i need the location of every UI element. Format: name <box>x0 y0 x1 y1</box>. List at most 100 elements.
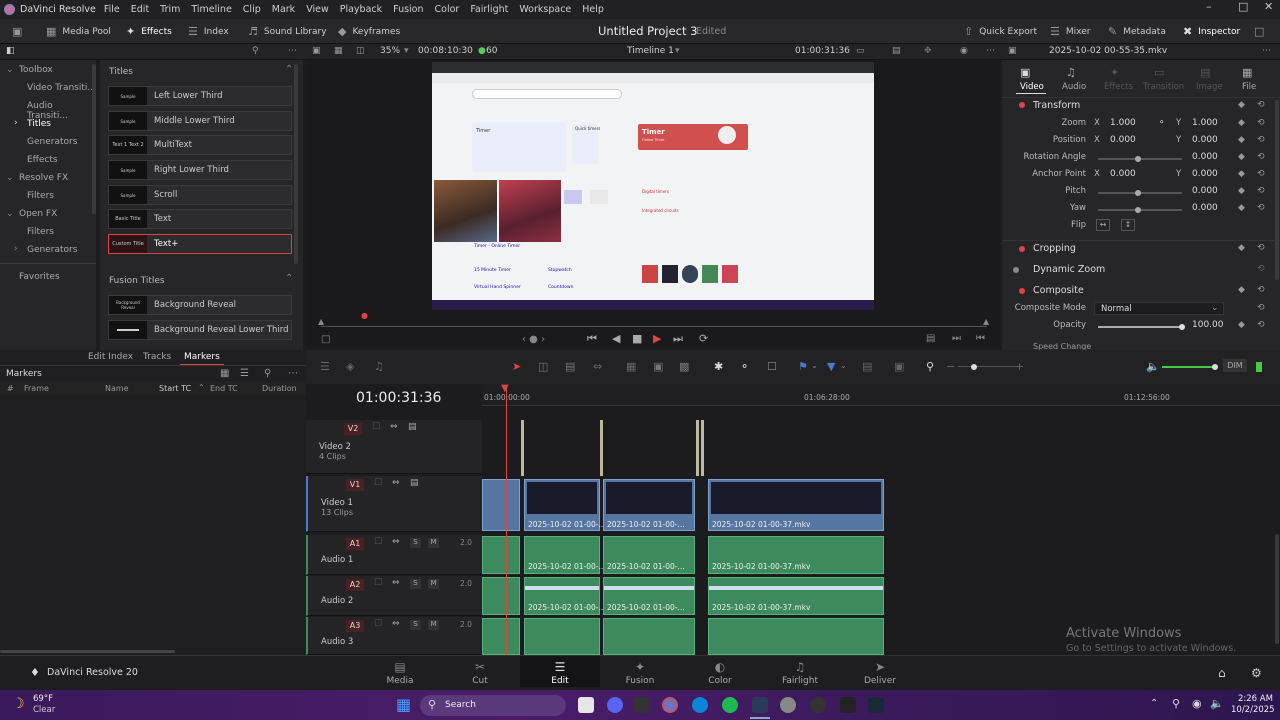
tree-generators[interactable]: Generators <box>27 137 77 147</box>
timeline-ruler[interactable]: 01:00:00:00 01:06:28:00 01:12:56:00 <box>482 384 1280 406</box>
go-to-start-icon[interactable]: ⏮ <box>587 332 597 346</box>
reset-icon[interactable]: ⟲ <box>1257 169 1265 179</box>
task-view-icon[interactable] <box>578 697 594 713</box>
timeline-name[interactable]: Timeline 1 <box>627 46 674 56</box>
dynamic-zoom-enable-dot[interactable] <box>1013 267 1019 273</box>
replace-clip-icon[interactable]: ▩ <box>679 360 689 373</box>
video-clip-v1[interactable] <box>482 479 520 531</box>
tree-effects[interactable]: Effects <box>27 155 58 165</box>
reset-icon[interactable]: ⟲ <box>1257 264 1265 274</box>
link-icon[interactable]: ⚬ <box>1158 118 1166 128</box>
position-x-field[interactable]: 0.000 <box>1110 135 1136 145</box>
chevron-down-icon[interactable]: ⌄ <box>811 361 818 370</box>
reset-icon[interactable]: ⟲ <box>1257 118 1265 128</box>
menu-color[interactable]: Color <box>435 4 460 15</box>
track-header-a2[interactable]: A2 ☐ ⇔ S M 2.0 Audio 2 <box>306 576 482 616</box>
menu-trim[interactable]: Trim <box>160 4 180 15</box>
trim-tool-icon[interactable]: ◫ <box>538 360 548 373</box>
full-extent-zoom-icon[interactable]: ▤ <box>862 360 872 373</box>
mute-button[interactable]: M <box>428 620 439 630</box>
tree-filters[interactable]: Filters <box>27 191 54 201</box>
cropping-enable-dot[interactable] <box>1019 246 1025 252</box>
auto-select-icon[interactable]: ⇔ <box>392 537 400 547</box>
wifi-icon[interactable]: ◉ <box>1192 697 1202 710</box>
scrubber-playhead-icon[interactable]: ● <box>361 311 368 320</box>
auto-select-icon[interactable]: ⇔ <box>392 619 400 629</box>
title-item-text[interactable]: Basic Title Text <box>108 209 292 229</box>
audio-clip-a1[interactable] <box>482 536 520 574</box>
detail-zoom-icon[interactable]: ▣ <box>894 360 904 373</box>
opacity-field[interactable]: 100.00 <box>1192 320 1224 330</box>
reset-icon[interactable]: ⟲ <box>1257 100 1265 110</box>
keyframe-diamond-icon[interactable]: ◆ <box>1238 243 1245 253</box>
edge-icon[interactable] <box>692 697 708 713</box>
audio-clip-a1[interactable]: 2025-10-02 01-00-... <box>524 536 606 574</box>
keyframe-diamond-icon[interactable]: ◆ <box>1238 100 1245 110</box>
stop-icon[interactable]: ■ <box>632 332 642 345</box>
reset-icon[interactable]: ⟲ <box>1257 186 1265 196</box>
weather-icon[interactable]: ☽ <box>12 696 25 712</box>
col-index[interactable]: # <box>7 384 14 393</box>
more-options-icon[interactable]: ⋯ <box>288 46 297 56</box>
menu-help[interactable]: Help <box>582 4 604 15</box>
page-fusion[interactable]: ✦ Fusion <box>610 660 670 686</box>
timeline-view-icon[interactable]: ☰ <box>320 360 330 373</box>
zoom-dropdown-icon[interactable]: ▾ <box>404 46 409 56</box>
inspector-button[interactable]: ✖ Inspector <box>1183 25 1240 38</box>
next-edit-icon[interactable]: ⏭ <box>952 333 961 344</box>
menu-mark[interactable]: Mark <box>272 4 295 15</box>
video-clip-v2[interactable] <box>600 420 603 476</box>
match-frame-icon[interactable]: ▤ <box>926 333 935 344</box>
audio-clip-a3[interactable] <box>708 618 884 655</box>
search-icon[interactable]: ⚲ <box>264 368 271 379</box>
lock-icon[interactable]: ☐ <box>372 422 380 432</box>
col-end-tc[interactable]: End TC <box>210 384 238 393</box>
toolbox-chevron-icon[interactable]: ⌄ <box>6 65 14 75</box>
media-pool-button[interactable]: ▦ Media Pool <box>46 25 111 38</box>
keyframe-diamond-icon[interactable]: ◆ <box>1238 186 1245 196</box>
video-clip-v2[interactable] <box>521 420 524 476</box>
taskbar-date[interactable]: 10/2/2025 <box>1231 705 1275 715</box>
position-lock-icon[interactable]: ☐ <box>767 360 777 373</box>
opacity-slider-knob[interactable] <box>1179 324 1185 330</box>
col-start-tc[interactable]: Start TC <box>159 384 191 393</box>
chrome-icon[interactable] <box>662 697 678 713</box>
collapse-chevron-icon[interactable]: ⌃ <box>285 64 293 75</box>
auto-select-icon[interactable]: ⇔ <box>392 578 400 588</box>
search-icon[interactable]: ⚲ <box>252 46 259 56</box>
more-options-icon[interactable]: ⋯ <box>986 46 995 56</box>
menu-timeline[interactable]: Timeline <box>191 4 231 15</box>
openfx-chevron-icon[interactable]: ⌄ <box>6 209 14 219</box>
reverse-play-icon[interactable]: ◀ <box>612 332 620 345</box>
video-clip-v2[interactable] <box>701 420 704 476</box>
menu-file[interactable]: File <box>104 4 120 15</box>
sort-icon[interactable]: ⌃ <box>198 383 205 392</box>
page-media[interactable]: ▤ Media <box>370 660 430 686</box>
volume-slider-knob[interactable] <box>1212 364 1218 370</box>
settings-app-icon[interactable] <box>780 697 796 713</box>
tree-open-fx[interactable]: Open FX <box>19 209 57 219</box>
mixer-button[interactable]: ☰ Mixer <box>1050 25 1090 38</box>
volume-slider[interactable] <box>1162 366 1216 368</box>
solo-button[interactable]: S <box>410 620 421 630</box>
tree-scrollbar[interactable] <box>92 64 96 214</box>
grid-view-icon[interactable]: ▦ <box>220 368 229 379</box>
video-clip-v1[interactable]: 2025-10-02 01-00-... <box>524 479 606 531</box>
video-tab-icon[interactable]: ▣ <box>1020 66 1030 79</box>
track-header-v1[interactable]: V1 ☐ ⇔ ▤ Video 1 13 Clips <box>306 476 482 532</box>
collapse-chevron-icon[interactable]: ⌃ <box>285 273 293 284</box>
volume-icon[interactable]: 🔈 <box>1146 360 1160 373</box>
app-icon[interactable] <box>633 697 649 713</box>
selection-tool-icon[interactable]: ➤ <box>512 360 521 373</box>
epic-games-icon[interactable] <box>840 697 856 713</box>
davinci-resolve-icon[interactable] <box>752 697 768 713</box>
audio-clip-a3[interactable] <box>524 618 600 655</box>
loop-icon[interactable]: ⟳ <box>699 332 708 345</box>
anchor-x-field[interactable]: 0.000 <box>1110 169 1136 179</box>
keyframes-button[interactable]: ◆ Keyframes <box>338 25 400 38</box>
marker-icon[interactable]: ▼ <box>827 360 835 373</box>
image-tab-icon[interactable]: ▤ <box>1200 66 1210 79</box>
track-header-a3[interactable]: A3 ☐ ⇔ S M 2.0 Audio 3 <box>306 617 482 655</box>
tab-effects[interactable]: Effects <box>1104 82 1133 92</box>
anchor-y-field[interactable]: 0.000 <box>1192 169 1218 179</box>
